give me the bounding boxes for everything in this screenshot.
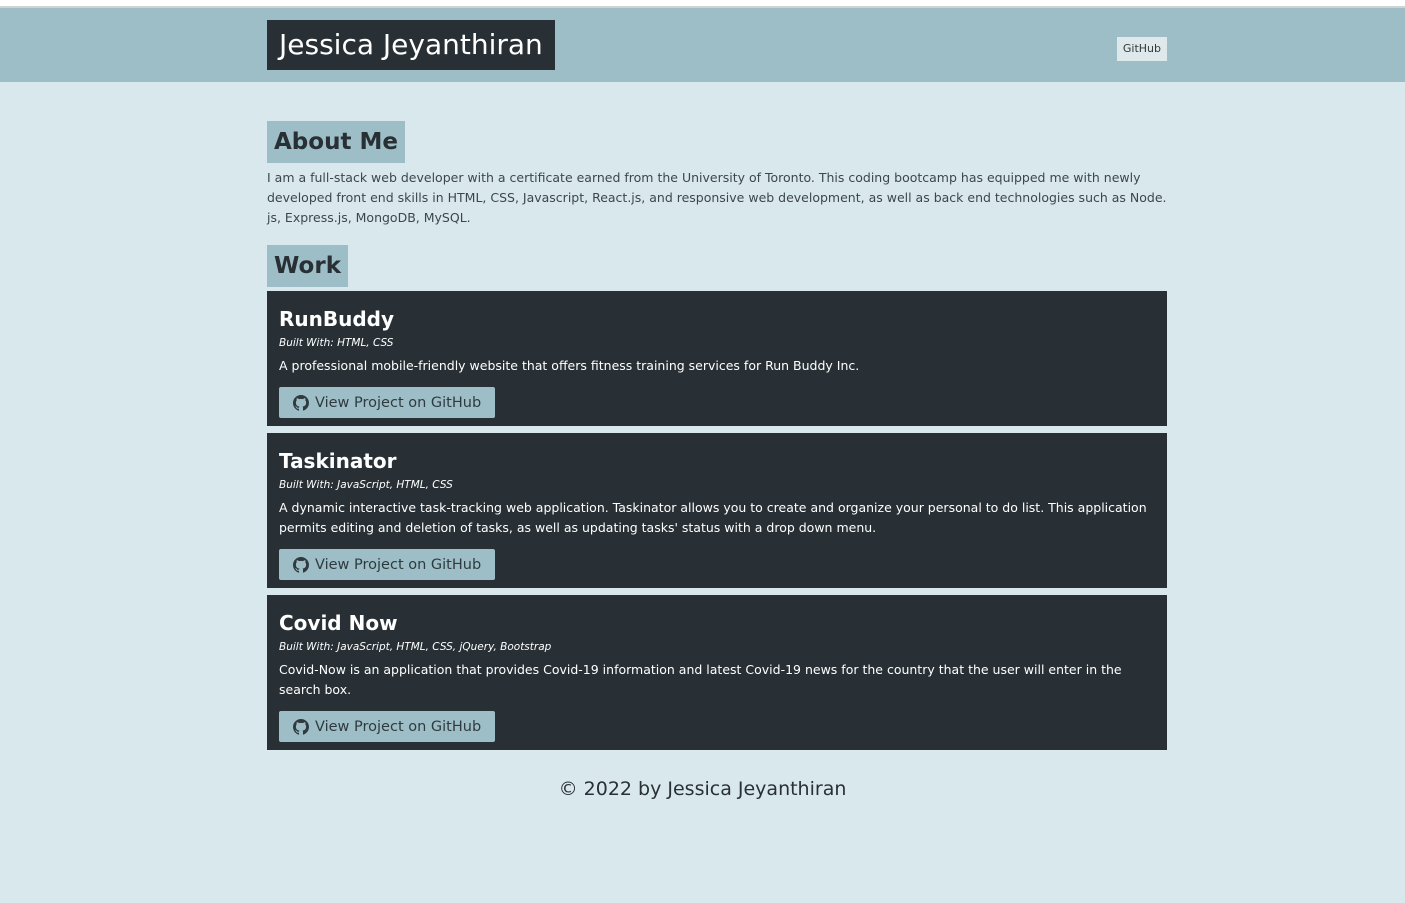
about-text: I am a full-stack web developer with a c… [267, 170, 1167, 225]
project-card-runbuddy: RunBuddy Built With: HTML, CSS A profess… [267, 291, 1167, 426]
about-section: About Me I am a full-stack web developer… [267, 121, 1167, 228]
project-card-covid-now: Covid Now Built With: JavaScript, HTML, … [267, 595, 1167, 750]
site-title: Jessica Jeyanthiran [267, 20, 555, 70]
view-project-label: View Project on GitHub [315, 556, 482, 573]
project-built-with: Built With: JavaScript, HTML, CSS, jQuer… [279, 641, 552, 653]
nav-github-link[interactable]: GitHub [1116, 37, 1167, 61]
view-project-label: View Project on GitHub [315, 394, 482, 411]
view-project-button[interactable]: View Project on GitHub [279, 549, 496, 580]
github-icon [293, 556, 309, 573]
view-project-button[interactable]: View Project on GitHub [279, 387, 496, 418]
copyright-text: © 2022 by Jessica Jeyanthiran [558, 778, 847, 800]
view-project-button[interactable]: View Project on GitHub [279, 711, 496, 742]
site-header: Jessica Jeyanthiran GitHub [0, 8, 1405, 82]
work-heading: Work [267, 245, 348, 287]
project-description: A professional mobile-friendly website t… [279, 358, 860, 373]
about-heading: About Me [267, 121, 405, 163]
view-project-label: View Project on GitHub [315, 718, 482, 735]
project-card-taskinator: Taskinator Built With: JavaScript, HTML,… [267, 433, 1167, 588]
main-content: About Me I am a full-stack web developer… [267, 121, 1167, 757]
project-built-with: Built With: JavaScript, HTML, CSS [279, 479, 453, 491]
work-section: Work RunBuddy Built With: HTML, CSS A pr… [267, 245, 1167, 750]
site-footer: © 2022 by Jessica Jeyanthiran [0, 774, 1405, 804]
project-description: A dynamic interactive task-tracking web … [279, 500, 1147, 535]
github-icon [293, 718, 309, 735]
top-border [0, 0, 1405, 8]
project-title: Covid Now [279, 611, 398, 635]
project-title: Taskinator [279, 449, 397, 473]
github-icon [293, 394, 309, 411]
project-description: Covid-Now is an application that provide… [279, 662, 1122, 697]
project-title: RunBuddy [279, 307, 395, 331]
project-built-with: Built With: HTML, CSS [279, 337, 394, 349]
